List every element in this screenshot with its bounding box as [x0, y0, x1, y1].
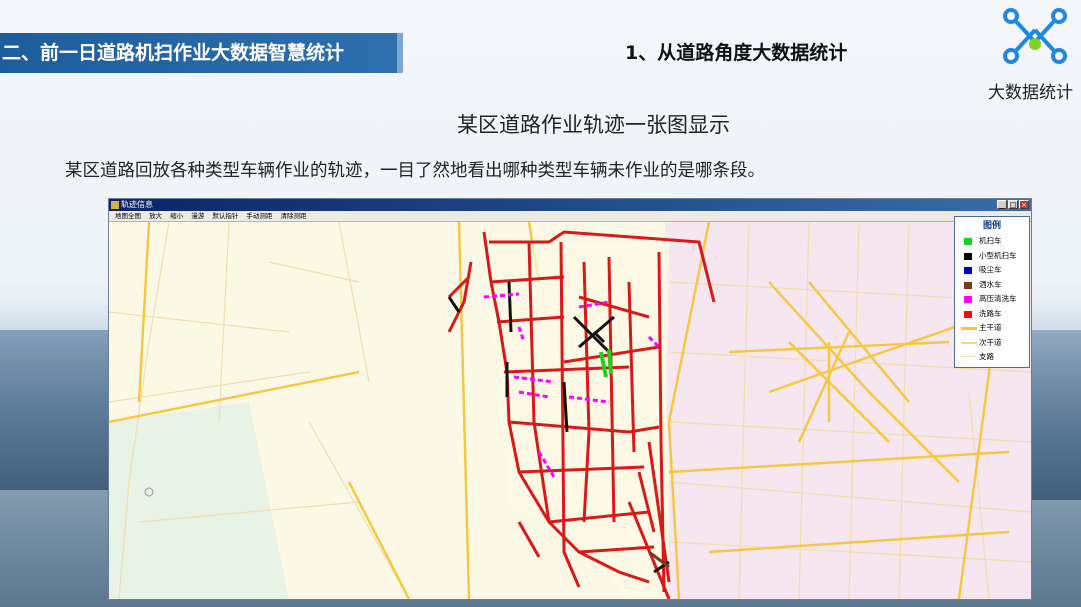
- legend-item-washer: 洗路车: [955, 307, 1029, 322]
- page-subtitle: 1、从道路角度大数据统计: [625, 42, 848, 64]
- toolbar-measure[interactable]: 手动测距: [246, 212, 272, 220]
- legend-item-high-pressure: 高压清洗车: [955, 292, 1029, 307]
- legend-item-main-road: 主干道: [955, 321, 1029, 336]
- legend-item-branch-road: 支路: [955, 350, 1029, 365]
- legend-item-secondary-road: 次干道: [955, 336, 1029, 351]
- legend-item-sweeper: 机扫车: [955, 234, 1029, 249]
- legend-title: 图例: [982, 221, 1001, 231]
- window-titlebar[interactable]: 轨迹信息 _ □ ×: [109, 199, 1031, 211]
- big-data-network-icon: [1003, 8, 1067, 64]
- trajectory-window: 轨迹信息 _ □ × 地图全图 放大 缩小 漫游 默认指针 手动测距 清除测距: [108, 198, 1032, 600]
- logo-label: 大数据统计: [988, 83, 1073, 103]
- map-legend: 图例 机扫车 小型机扫车 吸尘车 洒水车 高压清洗车 洗路车 主干道 次干道 支…: [954, 216, 1030, 368]
- section-banner: 二、前一日道路机扫作业大数据智慧统计: [0, 33, 403, 73]
- legend-item-small-sweeper: 小型机扫车: [955, 249, 1029, 264]
- toolbar-clear-measure[interactable]: 清除测距: [280, 212, 306, 220]
- toolbar-zoom-in[interactable]: 放大: [149, 212, 162, 220]
- trajectory-map[interactable]: [109, 222, 1031, 599]
- map-heading: 某区道路作业轨迹一张图显示: [457, 113, 730, 137]
- map-description: 某区道路回放各种类型车辆作业的轨迹，一目了然地看出哪种类型车辆未作业的是哪条段。: [65, 161, 765, 181]
- toolbar-zoom-out[interactable]: 缩小: [170, 212, 183, 220]
- legend-item-vacuum: 吸尘车: [955, 263, 1029, 278]
- background-boats-left: [0, 330, 110, 490]
- app-icon: [111, 201, 119, 209]
- background-boats-right: [1026, 330, 1081, 500]
- minimize-button[interactable]: _: [997, 200, 1007, 209]
- maximize-button[interactable]: □: [1008, 200, 1018, 209]
- toolbar-full-map[interactable]: 地图全图: [115, 212, 141, 220]
- legend-item-sprinkler: 洒水车: [955, 278, 1029, 293]
- toolbar-default-pointer[interactable]: 默认指针: [212, 212, 238, 220]
- close-button[interactable]: ×: [1019, 200, 1029, 209]
- map-toolbar: 地图全图 放大 缩小 漫游 默认指针 手动测距 清除测距: [109, 211, 1031, 222]
- toolbar-pan[interactable]: 漫游: [191, 212, 204, 220]
